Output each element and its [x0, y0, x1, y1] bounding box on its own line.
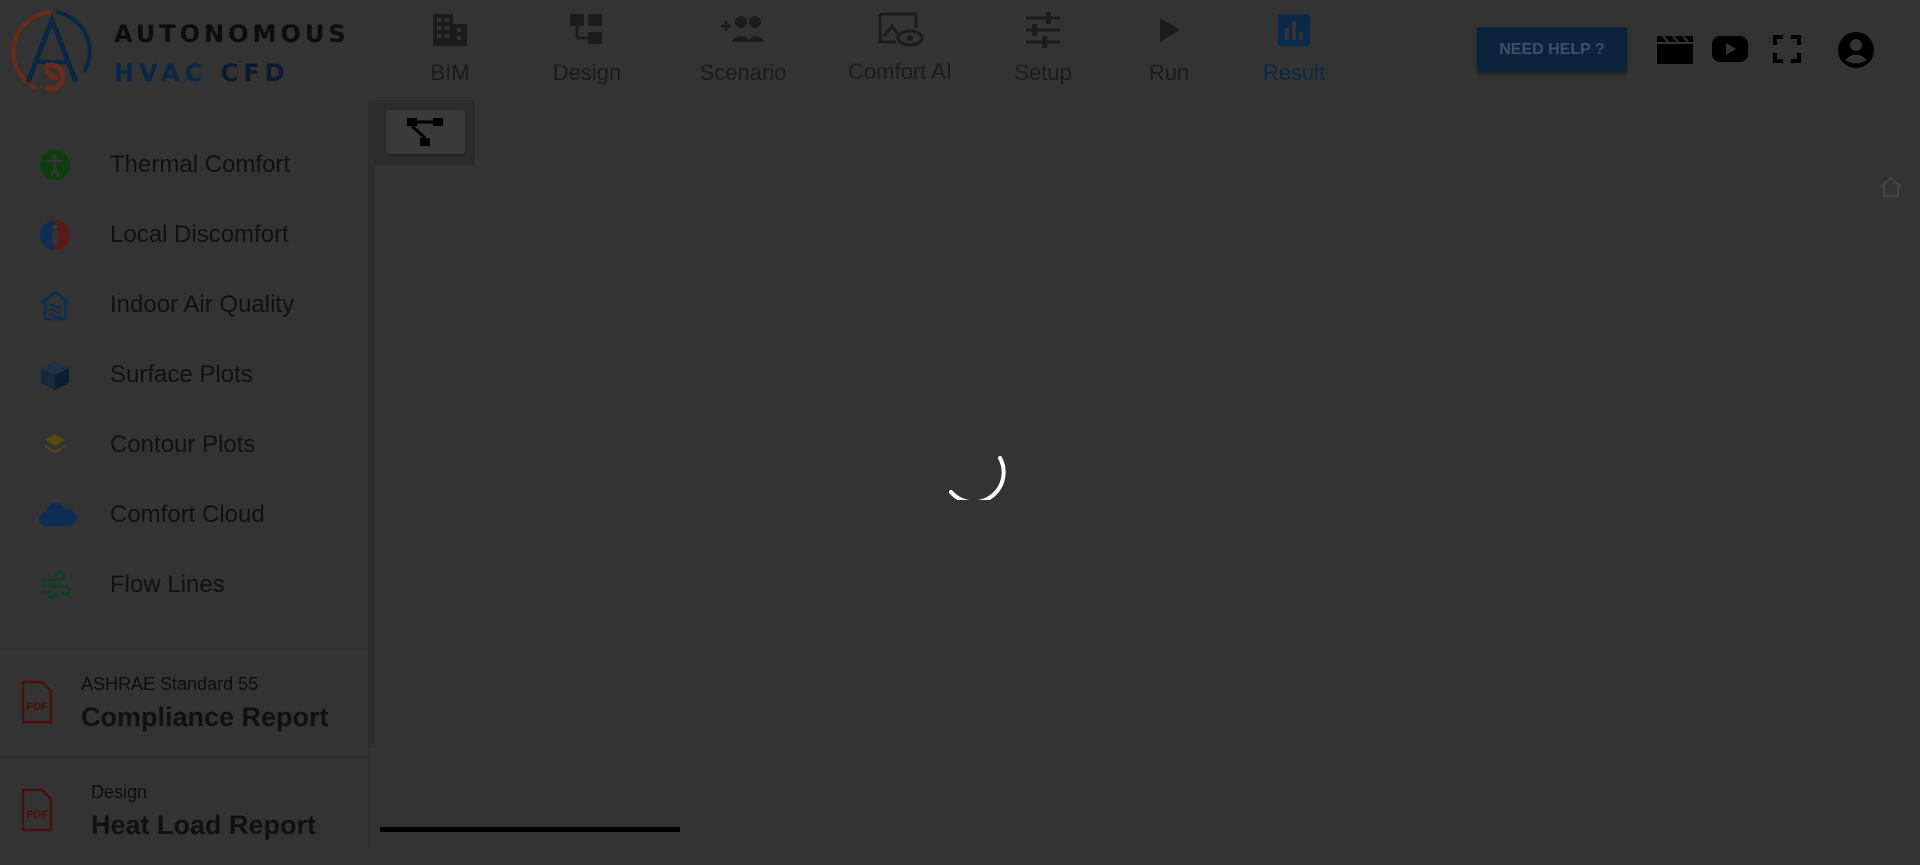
air-house-icon: [40, 290, 70, 321]
nav-design[interactable]: Design: [537, 0, 637, 100]
add-people-icon: [721, 16, 765, 42]
fullscreen-icon[interactable]: [1772, 34, 1802, 64]
brand-cfd: CFD: [207, 59, 290, 87]
report-subtitle: ASHRAE Standard 55: [81, 674, 259, 694]
brand-hvac: HVAC: [114, 59, 208, 87]
nav-setup-label: Setup: [1014, 60, 1072, 85]
nav-bim[interactable]: BIM: [410, 0, 490, 100]
loading-progress-bar: [380, 827, 680, 832]
svg-text:PDF: PDF: [26, 809, 48, 821]
sidebar-item-indoor-air-quality[interactable]: Indoor Air Quality: [0, 275, 368, 335]
sidebar-item-label: Thermal Comfort: [110, 151, 291, 178]
results-viewer: [375, 100, 1920, 847]
nav-setup[interactable]: Setup: [1003, 0, 1083, 100]
nav-result-label: Result: [1262, 60, 1326, 85]
wind-icon: [41, 570, 72, 600]
results-sidebar: Thermal Comfort Local Discomfort Indoor …: [0, 100, 369, 847]
nav-run-label: Run: [1148, 60, 1190, 85]
report-title: Heat Load Report: [91, 810, 317, 840]
nav-result[interactable]: Result: [1252, 0, 1336, 100]
sidebar-item-local-discomfort[interactable]: Local Discomfort: [0, 205, 368, 265]
heat-load-report-button[interactable]: PDF Design Heat Load Report: [0, 757, 368, 865]
nav-scenario[interactable]: Scenario: [688, 0, 798, 100]
loading-spinner: [949, 456, 1006, 500]
brand-name-line2: HVAC CFD: [114, 59, 290, 87]
account-icon[interactable]: [1837, 31, 1875, 69]
brand-name-line1: AUTONOMOUS: [114, 20, 350, 48]
report-title: Compliance Report: [81, 702, 329, 732]
play-icon: [1160, 18, 1180, 42]
design-icon: [570, 14, 602, 44]
clapperboard-icon[interactable]: [1655, 32, 1695, 66]
svg-text:PDF: PDF: [26, 701, 48, 713]
nav-bim-label: BIM: [430, 60, 470, 85]
pdf-icon: PDF: [21, 680, 53, 724]
app-logo[interactable]: AUTONOMOUS HVAC CFD: [6, 6, 346, 96]
sidebar-item-label: Indoor Air Quality: [110, 291, 295, 318]
nav-design-label: Design: [552, 60, 622, 85]
report-subtitle: Design: [91, 782, 148, 802]
need-help-button[interactable]: NEED HELP ?: [1477, 27, 1627, 72]
sidebar-item-label: Comfort Cloud: [110, 501, 265, 528]
sidebar-item-label: Flow Lines: [110, 571, 225, 598]
top-header: AUTONOMOUS HVAC CFD BIM Design Scenario …: [0, 0, 1920, 100]
accessibility-icon: [40, 150, 70, 180]
nav-comfort-ai[interactable]: Comfort AI: [840, 0, 960, 100]
pdf-icon: PDF: [21, 788, 53, 832]
sidebar-item-flow-lines[interactable]: Flow Lines: [0, 555, 368, 615]
home-icon[interactable]: [1878, 175, 1904, 199]
sidebar-item-comfort-cloud[interactable]: Comfort Cloud: [0, 485, 368, 545]
logo-mark-icon: [11, 10, 92, 92]
eye-image-icon: [878, 12, 924, 47]
compliance-report-button[interactable]: PDF ASHRAE Standard 55 Compliance Report: [0, 649, 368, 757]
building-icon: [433, 14, 467, 46]
cube-icon: [41, 361, 69, 390]
viewer-toolbar: [375, 100, 475, 165]
nav-run[interactable]: Run: [1129, 0, 1209, 100]
youtube-icon[interactable]: [1711, 34, 1749, 64]
sidebar-item-contour-plots[interactable]: Contour Plots: [0, 415, 368, 475]
cloud-icon: [39, 503, 77, 526]
person-gauge-icon: [40, 220, 70, 250]
model-tree-button[interactable]: [386, 110, 465, 154]
nav-scenario-label: Scenario: [699, 60, 787, 85]
sidebar-item-label: Contour Plots: [110, 431, 256, 458]
tree-structure-icon: [407, 118, 443, 146]
bar-chart-icon: [1278, 14, 1310, 46]
layers-icon: [45, 434, 65, 453]
sidebar-item-surface-plots[interactable]: Surface Plots: [0, 345, 368, 405]
sidebar-item-label: Local Discomfort: [110, 221, 289, 248]
sidebar-item-label: Surface Plots: [110, 361, 253, 388]
nav-comfort-ai-label: Comfort AI: [848, 59, 952, 84]
sidebar-item-thermal-comfort[interactable]: Thermal Comfort: [0, 135, 368, 195]
sliders-icon: [1026, 12, 1060, 48]
